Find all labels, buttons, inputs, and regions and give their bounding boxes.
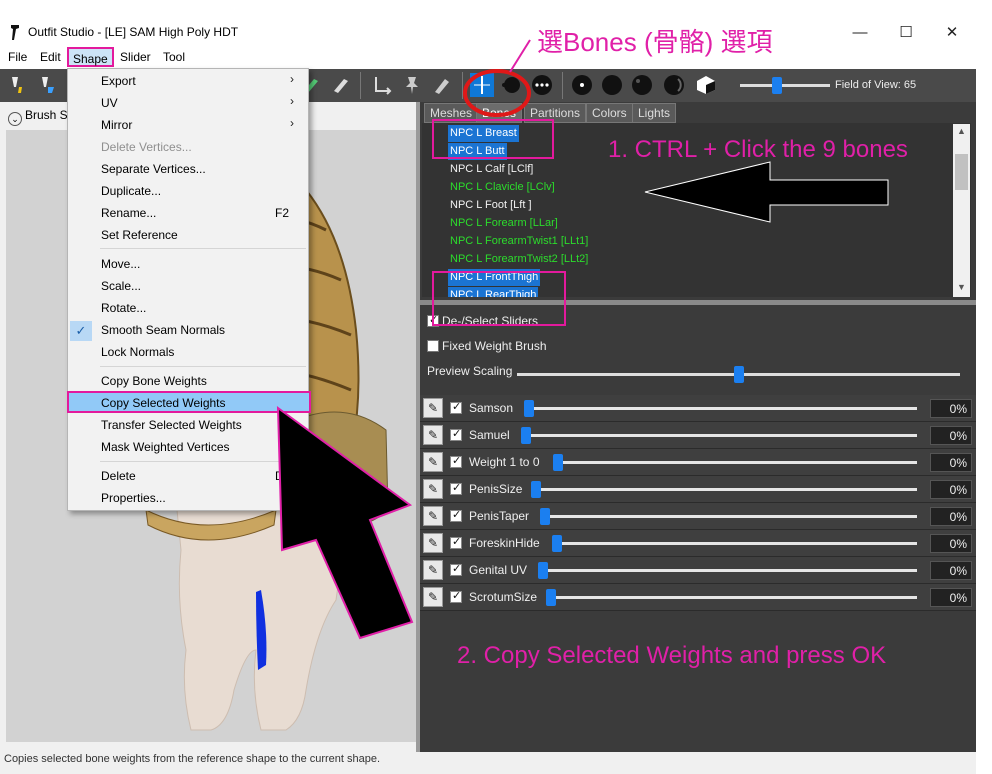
up-left-arrow (276, 405, 414, 640)
left-arrow (644, 161, 889, 223)
annotation-box-top-bones (432, 119, 554, 159)
annotation-top: 選Bones (骨骼) 選項 (537, 27, 773, 57)
annotation-step2: 2. Copy Selected Weights and press OK (457, 642, 887, 669)
annotation-step1: 1. CTRL + Click the 9 bones (608, 136, 908, 163)
outfit-studio-window: Outfit Studio - [LE] SAM High Poly HDT —… (0, 0, 992, 774)
bones-tab-circle (463, 69, 531, 117)
annotation-box-lower-bones (432, 271, 566, 326)
